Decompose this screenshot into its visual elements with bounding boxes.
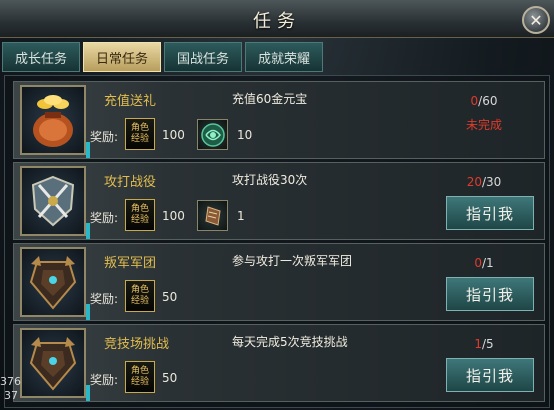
xp-badge-line1: 角色: [130, 204, 149, 214]
task-name: 竞技场挑战: [104, 337, 170, 352]
task-progress: 0/1: [454, 256, 514, 270]
xp-badge-line1: 角色: [130, 366, 149, 376]
window-title: 任务: [253, 11, 301, 32]
gold-sack-icon: [20, 85, 86, 155]
task-name: 充值送礼: [104, 94, 157, 109]
task-progress: 0/60: [454, 94, 514, 108]
xp-badge-line1: 角色: [130, 123, 149, 133]
reward-label: 奖励:: [90, 130, 119, 144]
quest-window: 任务 ✕ 成长任务 日常任务 国战任务 成就荣耀 充值送礼 充值60金元宝 奖励…: [0, 0, 554, 410]
scroll-item-icon[interactable]: [197, 200, 228, 231]
task-progress: 1/5: [454, 337, 514, 351]
xp-badge-icon: 角色 经验: [125, 280, 155, 312]
tab-achievement[interactable]: 成就荣耀: [245, 42, 323, 72]
xp-badge-line2: 经验: [130, 377, 149, 387]
reward-label: 奖励:: [90, 211, 119, 225]
tab-nation-war[interactable]: 国战任务: [164, 42, 242, 72]
xp-badge-icon: 角色 经验: [125, 361, 155, 393]
progress-current: 0: [474, 256, 482, 270]
xp-amount: 50: [162, 371, 178, 385]
task-list[interactable]: 充值送礼 充值60金元宝 奖励: 角色 经验 100 10 0/60 未完成 攻…: [4, 75, 550, 408]
corner-overlay-line2: 37: [4, 389, 18, 402]
guide-me-button[interactable]: 指引我: [446, 358, 534, 392]
progress-total: /1: [481, 256, 494, 270]
xp-badge-line2: 经验: [130, 215, 149, 225]
tab-bar: 成长任务 日常任务 国战任务 成就荣耀: [2, 42, 323, 72]
progress-total: /30: [481, 175, 502, 189]
progress-current: 0: [470, 94, 479, 108]
guide-me-button[interactable]: 指引我: [446, 196, 534, 230]
task-desc: 每天完成5次竞技挑战: [232, 335, 348, 349]
reward-label: 奖励:: [90, 373, 119, 387]
task-name: 叛军军团: [104, 256, 157, 271]
item-amount: 10: [237, 128, 253, 142]
item-amount: 1: [237, 209, 245, 223]
task-row: 竞技场挑战 每天完成5次竞技挑战 奖励: 角色 经验 50 1/5 指引我: [13, 324, 545, 402]
task-progress: 20/30: [454, 175, 514, 189]
task-desc: 参与攻打一次叛军军团: [232, 254, 353, 268]
title-bar: 任务 ✕: [0, 0, 554, 38]
status-incomplete: 未完成: [465, 118, 502, 132]
xp-badge-line2: 经验: [130, 134, 149, 144]
task-row: 充值送礼 充值60金元宝 奖励: 角色 经验 100 10 0/60 未完成: [13, 81, 545, 159]
tab-daily[interactable]: 日常任务: [83, 42, 161, 72]
guide-me-button[interactable]: 指引我: [446, 277, 534, 311]
close-icon[interactable]: ✕: [522, 6, 550, 34]
armored-warrior-icon: [20, 247, 86, 317]
xp-badge-line2: 经验: [130, 296, 149, 306]
xp-badge-line1: 角色: [130, 285, 149, 295]
task-name: 攻打战役: [104, 175, 157, 190]
progress-current: 20: [466, 175, 482, 189]
progress-total: /60: [478, 94, 498, 108]
task-desc: 充值60金元宝: [232, 92, 308, 106]
progress-current: 1: [474, 337, 482, 351]
xp-amount: 100: [162, 128, 185, 142]
task-row: 攻打战役 攻打战役30次 奖励: 角色 经验 100 1 20/30 指引我: [13, 162, 545, 240]
armored-warrior-icon: [20, 328, 86, 398]
xp-amount: 50: [162, 290, 178, 304]
xp-badge-icon: 角色 经验: [125, 118, 155, 150]
jade-token-icon[interactable]: [197, 119, 228, 150]
xp-amount: 100: [162, 209, 185, 223]
task-desc: 攻打战役30次: [232, 173, 308, 187]
xp-badge-icon: 角色 经验: [125, 199, 155, 231]
tab-growth[interactable]: 成长任务: [2, 42, 80, 72]
task-row: 叛军军团 参与攻打一次叛军军团 奖励: 角色 经验 50 0/1 指引我: [13, 243, 545, 321]
reward-label: 奖励:: [90, 292, 119, 306]
crossed-swords-shield-icon: [20, 166, 86, 236]
progress-total: /5: [481, 337, 494, 351]
corner-overlay-line1: 376: [0, 375, 21, 388]
